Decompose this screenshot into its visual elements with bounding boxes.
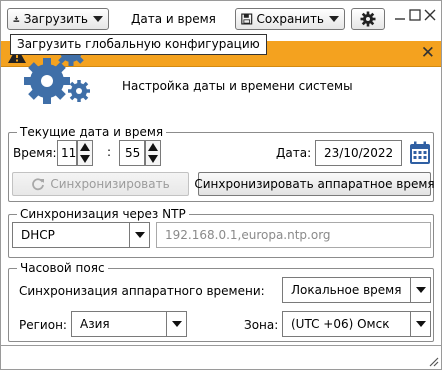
maximize-icon[interactable]: [408, 8, 422, 22]
save-dropdown-button[interactable]: Сохранить: [235, 8, 345, 30]
sync-button[interactable]: Синхронизировать: [12, 172, 189, 196]
time-separator: :: [107, 145, 112, 159]
close-icon[interactable]: ✕: [421, 45, 435, 62]
ntp-mode-value: DHCP: [21, 228, 55, 242]
zone-label: Зона:: [244, 318, 279, 332]
region-value: Азия: [80, 317, 110, 331]
sync-hardware-button[interactable]: Синхронизировать аппаратное время: [194, 172, 435, 196]
zone-value: (UTC +06) Омск: [291, 317, 390, 331]
timezone-legend: Часовой пояс: [17, 261, 108, 275]
chevron-down-icon[interactable]: [129, 222, 149, 248]
region-select[interactable]: Азия: [71, 311, 187, 337]
load-tooltip: Загрузить глобальную конфигурацию: [10, 34, 267, 55]
load-button-label: Загрузить: [23, 12, 88, 26]
hw-sync-select[interactable]: Локальное время: [282, 277, 431, 303]
close-icon[interactable]: [423, 8, 437, 22]
ntp-servers-field[interactable]: 192.168.0.1,europa.ntp.org: [156, 222, 431, 248]
calendar-icon[interactable]: [409, 141, 431, 165]
save-button-label: Сохранить: [256, 12, 325, 26]
refresh-icon: [32, 178, 45, 191]
sync-hardware-button-label: Синхронизировать аппаратное время: [194, 177, 435, 191]
hour-field[interactable]: 11: [57, 140, 77, 166]
ntp-legend: Синхронизация через NTP: [17, 207, 189, 221]
chevron-down-icon[interactable]: [410, 311, 430, 337]
region-label: Регион:: [19, 318, 67, 332]
chevron-down-icon[interactable]: [410, 277, 430, 303]
up-down-arrows-icon: [80, 143, 90, 163]
date-field[interactable]: 23/10/2022: [315, 140, 402, 166]
hw-sync-label: Синхронизация аппаратного времени:: [19, 284, 265, 298]
settings-button[interactable]: [351, 8, 385, 30]
sync-button-label: Синхронизировать: [50, 177, 170, 191]
save-icon: [241, 13, 253, 25]
ntp-mode-select[interactable]: DHCP: [12, 222, 150, 248]
chevron-down-icon: [329, 16, 339, 22]
gear-icon: [360, 11, 376, 27]
status-bar: [1, 345, 441, 369]
up-down-arrows-icon: [148, 143, 158, 163]
current-datetime-legend: Текущие дата и время: [17, 125, 167, 139]
banner-title: Настройка даты и времени системы: [122, 79, 353, 93]
download-icon: [13, 16, 20, 22]
load-dropdown-button[interactable]: Загрузить: [7, 8, 109, 30]
window-title: Дата и время: [131, 12, 216, 26]
time-label: Время:: [13, 146, 57, 160]
zone-select[interactable]: (UTC +06) Омск: [282, 311, 431, 337]
hw-sync-value: Локальное время: [291, 283, 402, 297]
main-window: Загрузить Дата и время Сохранить ✕ Загру…: [0, 0, 442, 370]
resize-grip-icon[interactable]: [427, 355, 439, 367]
date-label: Дата:: [276, 146, 312, 160]
minute-stepper[interactable]: [145, 140, 161, 166]
hour-stepper[interactable]: [77, 140, 93, 166]
minimize-icon[interactable]: [393, 8, 407, 22]
chevron-down-icon: [93, 16, 103, 22]
minute-field[interactable]: 55: [119, 140, 145, 166]
chevron-down-icon[interactable]: [166, 311, 186, 337]
